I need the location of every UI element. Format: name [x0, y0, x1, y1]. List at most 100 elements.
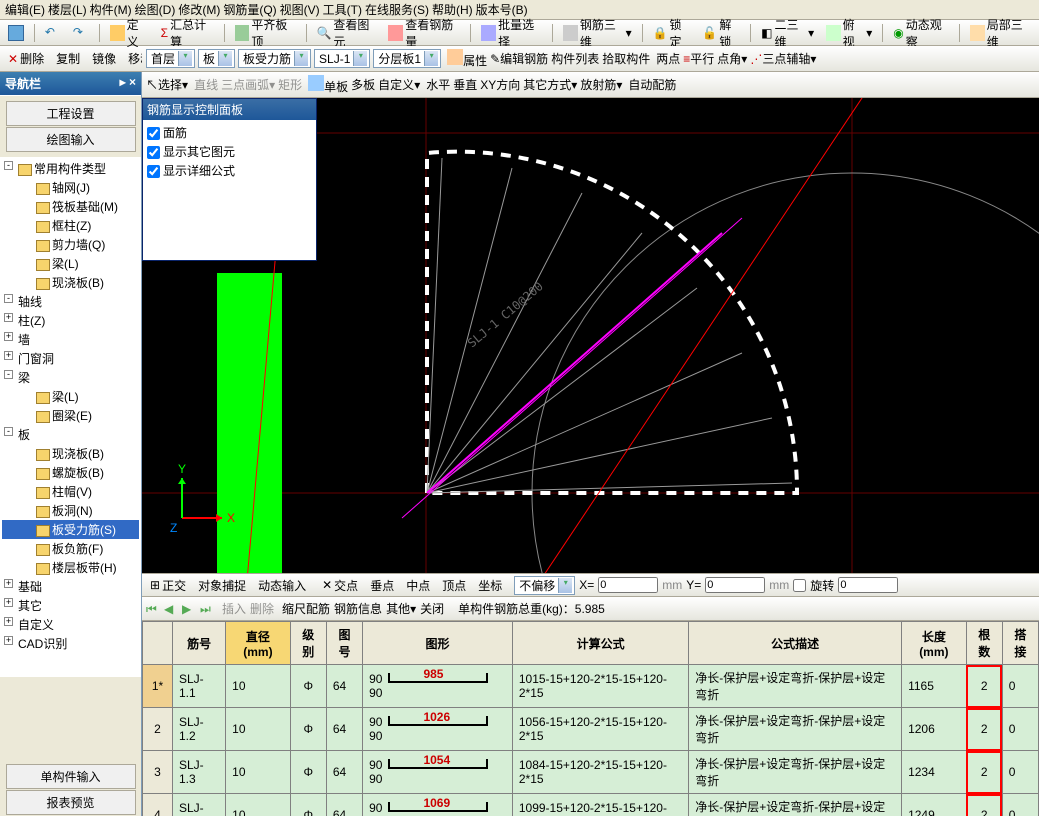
- del-button[interactable]: ✕删除: [3, 47, 49, 70]
- tree-item[interactable]: 梁(L): [2, 254, 139, 273]
- prev-button[interactable]: ◀: [164, 602, 178, 616]
- vert-button[interactable]: 垂直: [453, 76, 477, 93]
- single-slab-button[interactable]: 单板: [308, 75, 348, 95]
- floor-select[interactable]: 首层▾: [146, 49, 195, 68]
- ortho-toggle[interactable]: ⊞正交: [146, 575, 190, 596]
- undo-button[interactable]: ↶: [40, 22, 66, 44]
- tree-item[interactable]: +基础: [2, 577, 139, 596]
- draw-input-button[interactable]: 绘图输入: [6, 127, 136, 152]
- snap-coord[interactable]: 坐标: [474, 575, 506, 596]
- other-dir-button[interactable]: 其它方式▾: [523, 76, 577, 93]
- tree-item[interactable]: 楼层板带(H): [2, 558, 139, 577]
- tree-item[interactable]: 剪力墙(Q): [2, 235, 139, 254]
- twopt-button[interactable]: 两点: [656, 50, 680, 67]
- display-option[interactable]: 面筋: [146, 123, 313, 142]
- tree-item[interactable]: 现浇板(B): [2, 444, 139, 463]
- col-header[interactable]: 筋号: [173, 622, 226, 665]
- rebar-info-button[interactable]: 钢筋信息: [334, 600, 382, 617]
- pick-button[interactable]: 拾取构件: [602, 50, 650, 67]
- col-header[interactable]: 图号: [326, 622, 362, 665]
- tree-item[interactable]: 板负筋(F): [2, 539, 139, 558]
- x-input[interactable]: [598, 577, 658, 593]
- col-header[interactable]: 直径(mm): [226, 622, 291, 665]
- display-option[interactable]: 显示其它图元: [146, 142, 313, 161]
- menu-floor[interactable]: 楼层(L): [48, 1, 87, 18]
- rotate-input[interactable]: [838, 577, 898, 593]
- col-header[interactable]: 公式描述: [689, 622, 902, 665]
- code-select[interactable]: SLJ-1▾: [314, 49, 370, 68]
- tree-item[interactable]: 柱帽(V): [2, 482, 139, 501]
- copy-button[interactable]: 复制: [51, 47, 85, 70]
- tree-item[interactable]: 轴网(J): [2, 178, 139, 197]
- custom-button[interactable]: 自定义▾: [378, 76, 420, 93]
- snap-perp[interactable]: 垂点: [366, 575, 398, 596]
- mirror-button[interactable]: 镜像: [87, 47, 121, 70]
- tree-item[interactable]: -板: [2, 425, 139, 444]
- component-select[interactable]: 板▾: [198, 49, 235, 68]
- nav-toggle-button[interactable]: [3, 22, 29, 44]
- tree-item[interactable]: 螺旋板(B): [2, 463, 139, 482]
- display-option[interactable]: 显示详细公式: [146, 161, 313, 180]
- tree-item[interactable]: 筏板基础(M): [2, 197, 139, 216]
- col-header[interactable]: 级别: [290, 622, 326, 665]
- redo-button[interactable]: ↷: [68, 22, 94, 44]
- tree-item[interactable]: +其它: [2, 596, 139, 615]
- horiz-button[interactable]: 水平: [426, 76, 450, 93]
- select-button[interactable]: ↖选择▾: [146, 76, 188, 93]
- snap-mid[interactable]: 中点: [402, 575, 434, 596]
- col-header[interactable]: 计算公式: [512, 622, 688, 665]
- table-row[interactable]: 4SLJ-1.410Φ64901069901099-15+120-2*15-15…: [143, 794, 1039, 816]
- table-row[interactable]: 1*SLJ-1.110Φ6490985901015-15+120-2*15-15…: [143, 665, 1039, 708]
- tree-item[interactable]: +门窗洞: [2, 349, 139, 368]
- tree-item[interactable]: 板洞(N): [2, 501, 139, 520]
- tree-item[interactable]: +自定义: [2, 615, 139, 634]
- close-button[interactable]: 关闭: [420, 600, 444, 617]
- next-button[interactable]: ▶: [182, 602, 196, 616]
- offset-mode[interactable]: 不偏移▾: [514, 576, 575, 595]
- threept-button[interactable]: ⋰三点辅轴▾: [750, 50, 816, 67]
- dyninput-toggle[interactable]: 动态输入: [254, 575, 310, 596]
- col-header[interactable]: 长度(mm): [902, 622, 967, 665]
- snap-top[interactable]: 顶点: [438, 575, 470, 596]
- first-button[interactable]: ⏮: [146, 602, 160, 616]
- tree-item[interactable]: +CAD识别: [2, 634, 139, 653]
- col-header[interactable]: 搭接: [1002, 622, 1038, 665]
- radial-button[interactable]: 放射筋▾: [580, 76, 622, 93]
- tree-item[interactable]: 现浇板(B): [2, 273, 139, 292]
- component-tree[interactable]: -常用构件类型轴网(J)筏板基础(M)框柱(Z)剪力墙(Q)梁(L)现浇板(B)…: [0, 157, 141, 677]
- complist-button[interactable]: 构件列表: [551, 50, 599, 67]
- tree-item[interactable]: -梁: [2, 368, 139, 387]
- tree-item[interactable]: +柱(Z): [2, 311, 139, 330]
- rebar-display-panel[interactable]: 钢筋显示控制面板 面筋显示其它图元显示详细公式: [142, 98, 317, 261]
- tree-item[interactable]: -轴线: [2, 292, 139, 311]
- proj-settings-button[interactable]: 工程设置: [6, 101, 136, 126]
- col-header[interactable]: 图形: [363, 622, 513, 665]
- multi-slab-button[interactable]: 多板: [351, 76, 375, 93]
- last-button[interactable]: ⏭: [200, 602, 214, 616]
- ptangle-button[interactable]: 点角▾: [717, 50, 747, 67]
- tree-item[interactable]: +墙: [2, 330, 139, 349]
- rotate-check[interactable]: [793, 579, 806, 592]
- tree-item[interactable]: 框柱(Z): [2, 216, 139, 235]
- table-row[interactable]: 3SLJ-1.310Φ64901054901084-15+120-2*15-15…: [143, 751, 1039, 794]
- snap-cross[interactable]: ✕交点: [318, 575, 362, 596]
- rebartype-select[interactable]: 板受力筋▾: [238, 49, 311, 68]
- tree-item[interactable]: 板受力筋(S): [2, 520, 139, 539]
- editrebar-button[interactable]: ✎编辑钢筋: [490, 50, 548, 67]
- y-input[interactable]: [705, 577, 765, 593]
- tree-item[interactable]: -常用构件类型: [2, 159, 139, 178]
- tree-item[interactable]: 梁(L): [2, 387, 139, 406]
- tree-item[interactable]: 圈梁(E): [2, 406, 139, 425]
- rebar-table[interactable]: 筋号直径(mm)级别图号图形计算公式公式描述长度(mm)根数搭接1*SLJ-1.…: [142, 621, 1039, 816]
- osnap-toggle[interactable]: 对象捕捉: [194, 575, 250, 596]
- layer-select[interactable]: 分层板1▾: [373, 49, 441, 68]
- report-preview-button[interactable]: 报表预览: [6, 790, 136, 815]
- attr-button[interactable]: 属性: [447, 49, 487, 69]
- scale-button[interactable]: 缩尺配筋: [282, 600, 330, 617]
- single-input-button[interactable]: 单构件输入: [6, 764, 136, 789]
- col-header[interactable]: 根数: [966, 622, 1002, 665]
- xy-button[interactable]: XY方向: [480, 76, 520, 93]
- menu-edit[interactable]: 编辑(E): [5, 1, 45, 18]
- drawing-canvas[interactable]: X Y Z SLJ-1 C10@200 钢筋显示控制面板 面筋显示其它图元显示详…: [142, 98, 1039, 573]
- table-row[interactable]: 2SLJ-1.210Φ64901026901056-15+120-2*15-15…: [143, 708, 1039, 751]
